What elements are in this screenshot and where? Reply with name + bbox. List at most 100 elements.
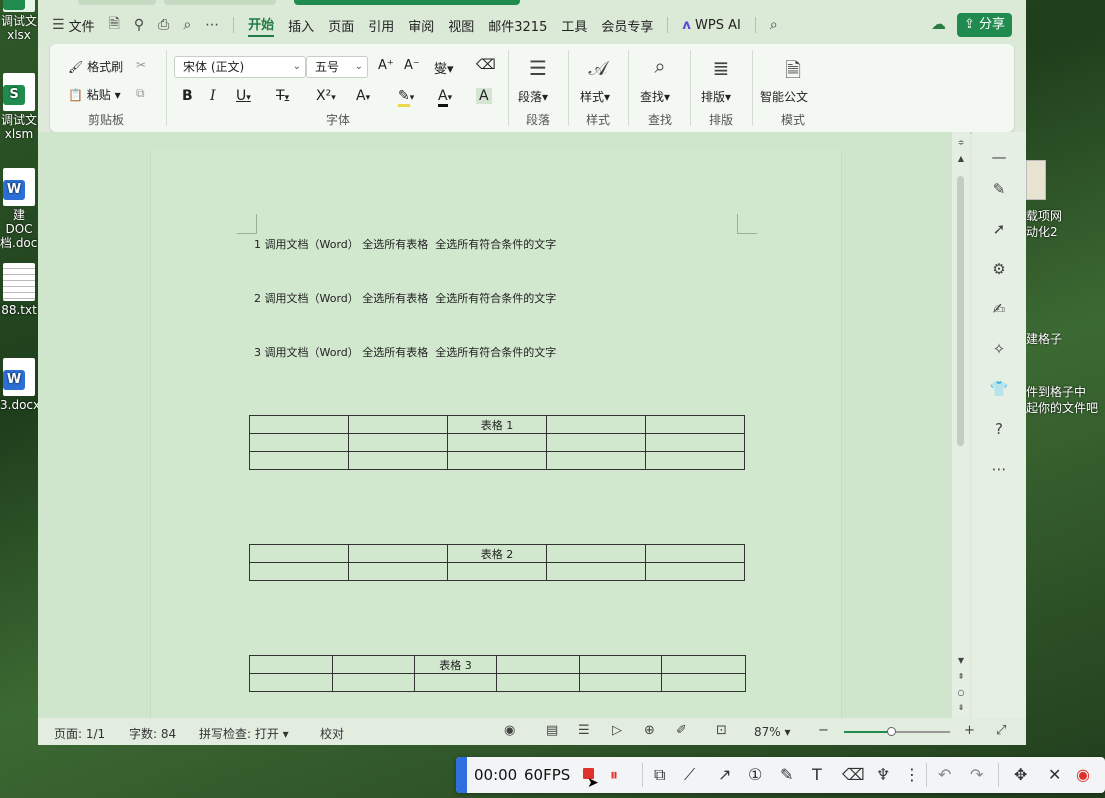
text-tool-icon[interactable]: T [812, 765, 822, 784]
translate-icon[interactable]: ✍ [972, 300, 1026, 318]
paragraph-line[interactable]: 1 调用文档（Word） 全选所有表格 全选所有符合条件的文字 [254, 236, 556, 252]
recording-fps[interactable]: 60FPS [524, 766, 570, 784]
menu-hamburger-icon[interactable]: ☰ [52, 17, 65, 33]
save-icon[interactable]: 🗎 [109, 13, 120, 37]
text-effect-icon[interactable]: A▾ [356, 88, 370, 104]
tab-wps-ai[interactable]: ʌ WPS AI [682, 18, 740, 33]
record-icon[interactable]: ◉ [1076, 765, 1090, 784]
collapse-icon[interactable]: — [972, 148, 1026, 166]
table-2[interactable]: 表格 2 [249, 544, 745, 581]
bold-icon[interactable]: B [182, 88, 193, 104]
table-cell[interactable] [645, 415, 745, 434]
doc-tab-active[interactable] [294, 0, 520, 5]
table-cell[interactable] [249, 433, 349, 452]
desktop-icon-docx-2[interactable]: W 3.docx [0, 358, 40, 412]
table-cell[interactable] [348, 562, 448, 581]
table-cell[interactable]: 表格 2 [447, 544, 547, 563]
tab-review[interactable]: 审阅 [408, 16, 434, 35]
eye-icon[interactable]: ◉ [504, 723, 515, 738]
pen-icon[interactable]: ✎ [972, 180, 1026, 198]
styles-button[interactable]: 样式▾ [580, 88, 610, 105]
tab-references[interactable]: 引用 [368, 16, 394, 35]
eraser-icon[interactable]: ⌫ [842, 765, 865, 784]
table-cell[interactable] [645, 562, 745, 581]
character-shading-icon[interactable]: A [476, 88, 492, 104]
zoom-slider[interactable] [844, 727, 950, 736]
strikethrough-icon[interactable]: T▾ [276, 88, 289, 104]
print-preview-icon[interactable]: ⌕ [183, 17, 191, 33]
tab-insert[interactable]: 插入 [288, 16, 314, 35]
table-cell[interactable]: 表格 3 [414, 655, 497, 674]
underline-icon[interactable]: U▾ [236, 88, 251, 104]
table-cell[interactable] [249, 673, 333, 692]
tab-member[interactable]: 会员专享 [601, 16, 653, 35]
table-cell[interactable]: 表格 1 [447, 415, 547, 434]
tab-page[interactable]: 页面 [328, 16, 354, 35]
table-1[interactable]: 表格 1 [249, 415, 745, 470]
desktop-icon-txt[interactable]: 88.txt [0, 263, 38, 317]
scroll-down-icon[interactable]: ▼ [952, 656, 970, 665]
redo-icon[interactable]: ↷ [970, 765, 983, 784]
italic-icon[interactable]: I [210, 88, 216, 104]
table-cell[interactable] [332, 655, 415, 674]
zoom-slider-knob[interactable] [886, 727, 896, 736]
paste-button[interactable]: 📋 粘贴 ▾ [68, 86, 121, 103]
font-size-select[interactable]: 五号 ⌄ [306, 56, 368, 78]
table-cell[interactable] [579, 673, 662, 692]
highlight-icon[interactable]: ✎▾ [398, 88, 414, 107]
document-page[interactable]: 1 调用文档（Word） 全选所有表格 全选所有符合条件的文字 2 调用文档（W… [150, 150, 842, 718]
table-cell[interactable] [661, 673, 746, 692]
fit-page-icon[interactable]: ⊡ [716, 723, 727, 738]
table-3[interactable]: 表格 3 [249, 655, 746, 692]
tab-tools[interactable]: 工具 [561, 16, 587, 35]
shrink-font-icon[interactable]: A⁻ [404, 58, 420, 73]
outline-view-icon[interactable]: ☰ [578, 723, 590, 738]
spotlight-icon[interactable]: ♆ [876, 765, 890, 784]
desktop-folder-icon[interactable] [1026, 160, 1046, 200]
settings-sliders-icon[interactable]: ⚙ [972, 260, 1026, 278]
arrow-icon[interactable]: ↗ [718, 765, 731, 784]
table-cell[interactable] [447, 433, 547, 452]
paragraph-line[interactable]: 2 调用文档（Word） 全选所有表格 全选所有符合条件的文字 [254, 290, 556, 306]
pencil-icon[interactable]: ✎ [780, 765, 793, 784]
table-cell[interactable] [348, 544, 448, 563]
table-cell[interactable] [249, 451, 349, 470]
table-cell[interactable] [661, 655, 746, 674]
polyline-icon[interactable]: ⟋ [684, 765, 695, 785]
menu-file[interactable]: 文件 [69, 16, 95, 35]
scroll-up-icon[interactable]: ▲ [952, 154, 970, 163]
browse-object-icon[interactable]: ○ [952, 688, 970, 697]
pause-icon[interactable]: ⏸ [610, 765, 618, 785]
desktop-item-grid[interactable]: 建格子 [1026, 331, 1062, 347]
zoom-level[interactable]: 87% ▾ [754, 725, 791, 739]
more-icon[interactable]: ⋯ [205, 17, 219, 33]
superscript-icon[interactable]: X²▾ [316, 88, 336, 104]
select-cursor-icon[interactable]: ➚ [972, 220, 1026, 238]
grow-font-icon[interactable]: A⁺ [378, 58, 394, 73]
numbered-marker-icon[interactable]: ① [748, 765, 762, 784]
desktop-item-addon[interactable]: 载项网 动化2 [1026, 208, 1062, 240]
table-cell[interactable] [546, 451, 646, 470]
page-view-icon[interactable]: ▤ [546, 723, 558, 738]
more-options-icon[interactable]: ⋮ [904, 765, 920, 784]
table-cell[interactable] [348, 451, 448, 470]
zoom-in-icon[interactable]: + [964, 723, 975, 738]
document-canvas[interactable]: 1 调用文档（Word） 全选所有表格 全选所有符合条件的文字 2 调用文档（W… [38, 132, 952, 718]
table-cell[interactable] [447, 562, 547, 581]
table-cell[interactable] [447, 451, 547, 470]
table-cell[interactable] [348, 433, 448, 452]
desktop-icon-docx[interactable]: W 建DOC 档.docx [0, 168, 44, 250]
shirt-icon[interactable]: 👕 [972, 380, 1026, 398]
tab-view[interactable]: 视图 [448, 16, 474, 35]
table-cell[interactable] [546, 415, 646, 434]
paragraph-button[interactable]: 段落▾ [518, 88, 548, 105]
drag-handle-icon[interactable]: ≑ [952, 138, 970, 147]
find-button[interactable]: 查找▾ [640, 88, 670, 105]
desktop-icon-xlsm[interactable]: S 调试文 xlsm [0, 73, 38, 141]
next-page-icon[interactable]: ⇟ [952, 703, 970, 712]
vertical-scrollbar[interactable]: ≑ ▲ ▼ ⇞ ○ ⇟ [952, 132, 970, 718]
table-cell[interactable] [579, 655, 662, 674]
desktop-icon-xlsx[interactable]: 调试文 xlsx [0, 0, 38, 42]
fullscreen-icon[interactable]: ⤢ [996, 723, 1006, 738]
table-cell[interactable] [249, 415, 349, 434]
